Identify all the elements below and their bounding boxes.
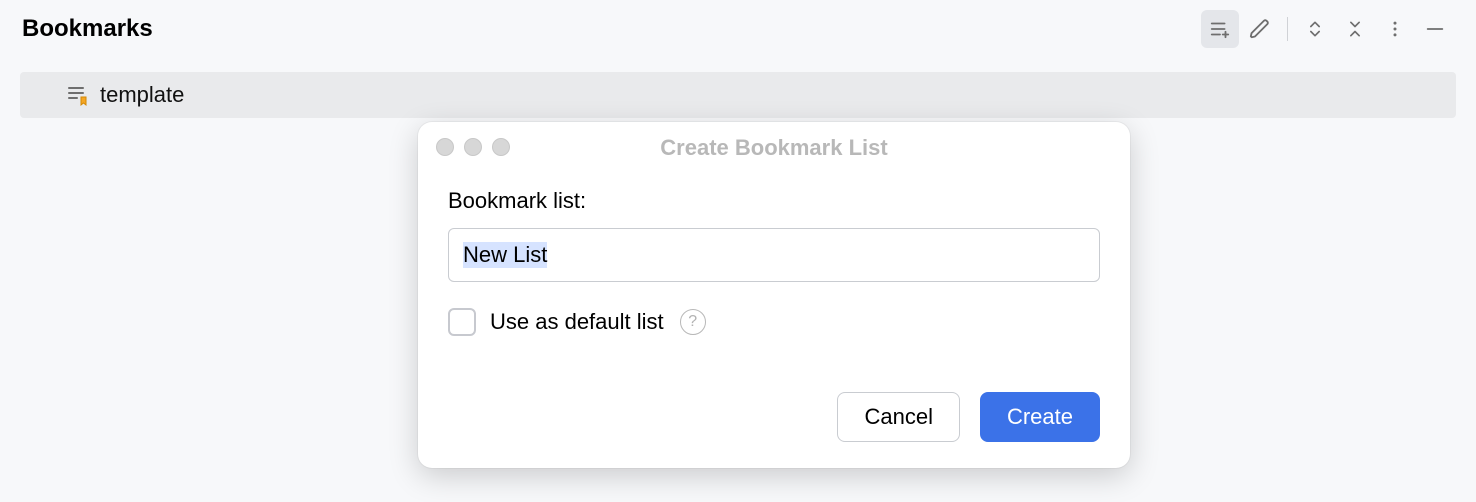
- collapse-all-button[interactable]: [1336, 10, 1374, 48]
- minimize-panel-button[interactable]: [1416, 10, 1454, 48]
- expand-all-button[interactable]: [1296, 10, 1334, 48]
- panel-title: Bookmarks: [22, 15, 153, 43]
- checkbox-label: Use as default list: [490, 309, 664, 335]
- cancel-button[interactable]: Cancel: [837, 392, 959, 442]
- edit-button[interactable]: [1241, 10, 1279, 48]
- bookmark-list-icon: [66, 83, 90, 107]
- dialog-actions: Cancel Create: [418, 392, 1130, 468]
- default-list-row: Use as default list ?: [448, 308, 1100, 336]
- pencil-icon: [1249, 18, 1271, 40]
- close-window-button[interactable]: [436, 138, 454, 156]
- panel-toolbar: [1201, 10, 1454, 48]
- toolbar-separator: [1287, 17, 1288, 41]
- dialog-body: Bookmark list: New List Use as default l…: [418, 174, 1130, 392]
- minimize-window-button[interactable]: [464, 138, 482, 156]
- more-actions-button[interactable]: [1376, 10, 1414, 48]
- use-as-default-checkbox[interactable]: [448, 308, 476, 336]
- bookmark-list-name-input[interactable]: New List: [448, 228, 1100, 282]
- bookmarks-list: template: [0, 56, 1476, 118]
- window-controls: [436, 138, 510, 156]
- bookmarks-panel-header: Bookmarks: [0, 0, 1476, 56]
- dialog-titlebar: Create Bookmark List: [418, 122, 1130, 174]
- expand-all-icon: [1305, 19, 1325, 39]
- create-bookmark-list-dialog: Create Bookmark List Bookmark list: New …: [418, 122, 1130, 468]
- dialog-title: Create Bookmark List: [660, 135, 887, 161]
- kebab-icon: [1385, 19, 1405, 39]
- list-item-label: template: [100, 82, 184, 108]
- collapse-all-icon: [1345, 19, 1365, 39]
- input-wrap: New List: [448, 228, 1100, 282]
- create-button[interactable]: Create: [980, 392, 1100, 442]
- zoom-window-button[interactable]: [492, 138, 510, 156]
- add-list-button[interactable]: [1201, 10, 1239, 48]
- minimize-icon: [1424, 18, 1446, 40]
- input-label: Bookmark list:: [448, 188, 1100, 214]
- add-list-icon: [1209, 18, 1231, 40]
- help-icon[interactable]: ?: [680, 309, 706, 335]
- list-item[interactable]: template: [20, 72, 1456, 118]
